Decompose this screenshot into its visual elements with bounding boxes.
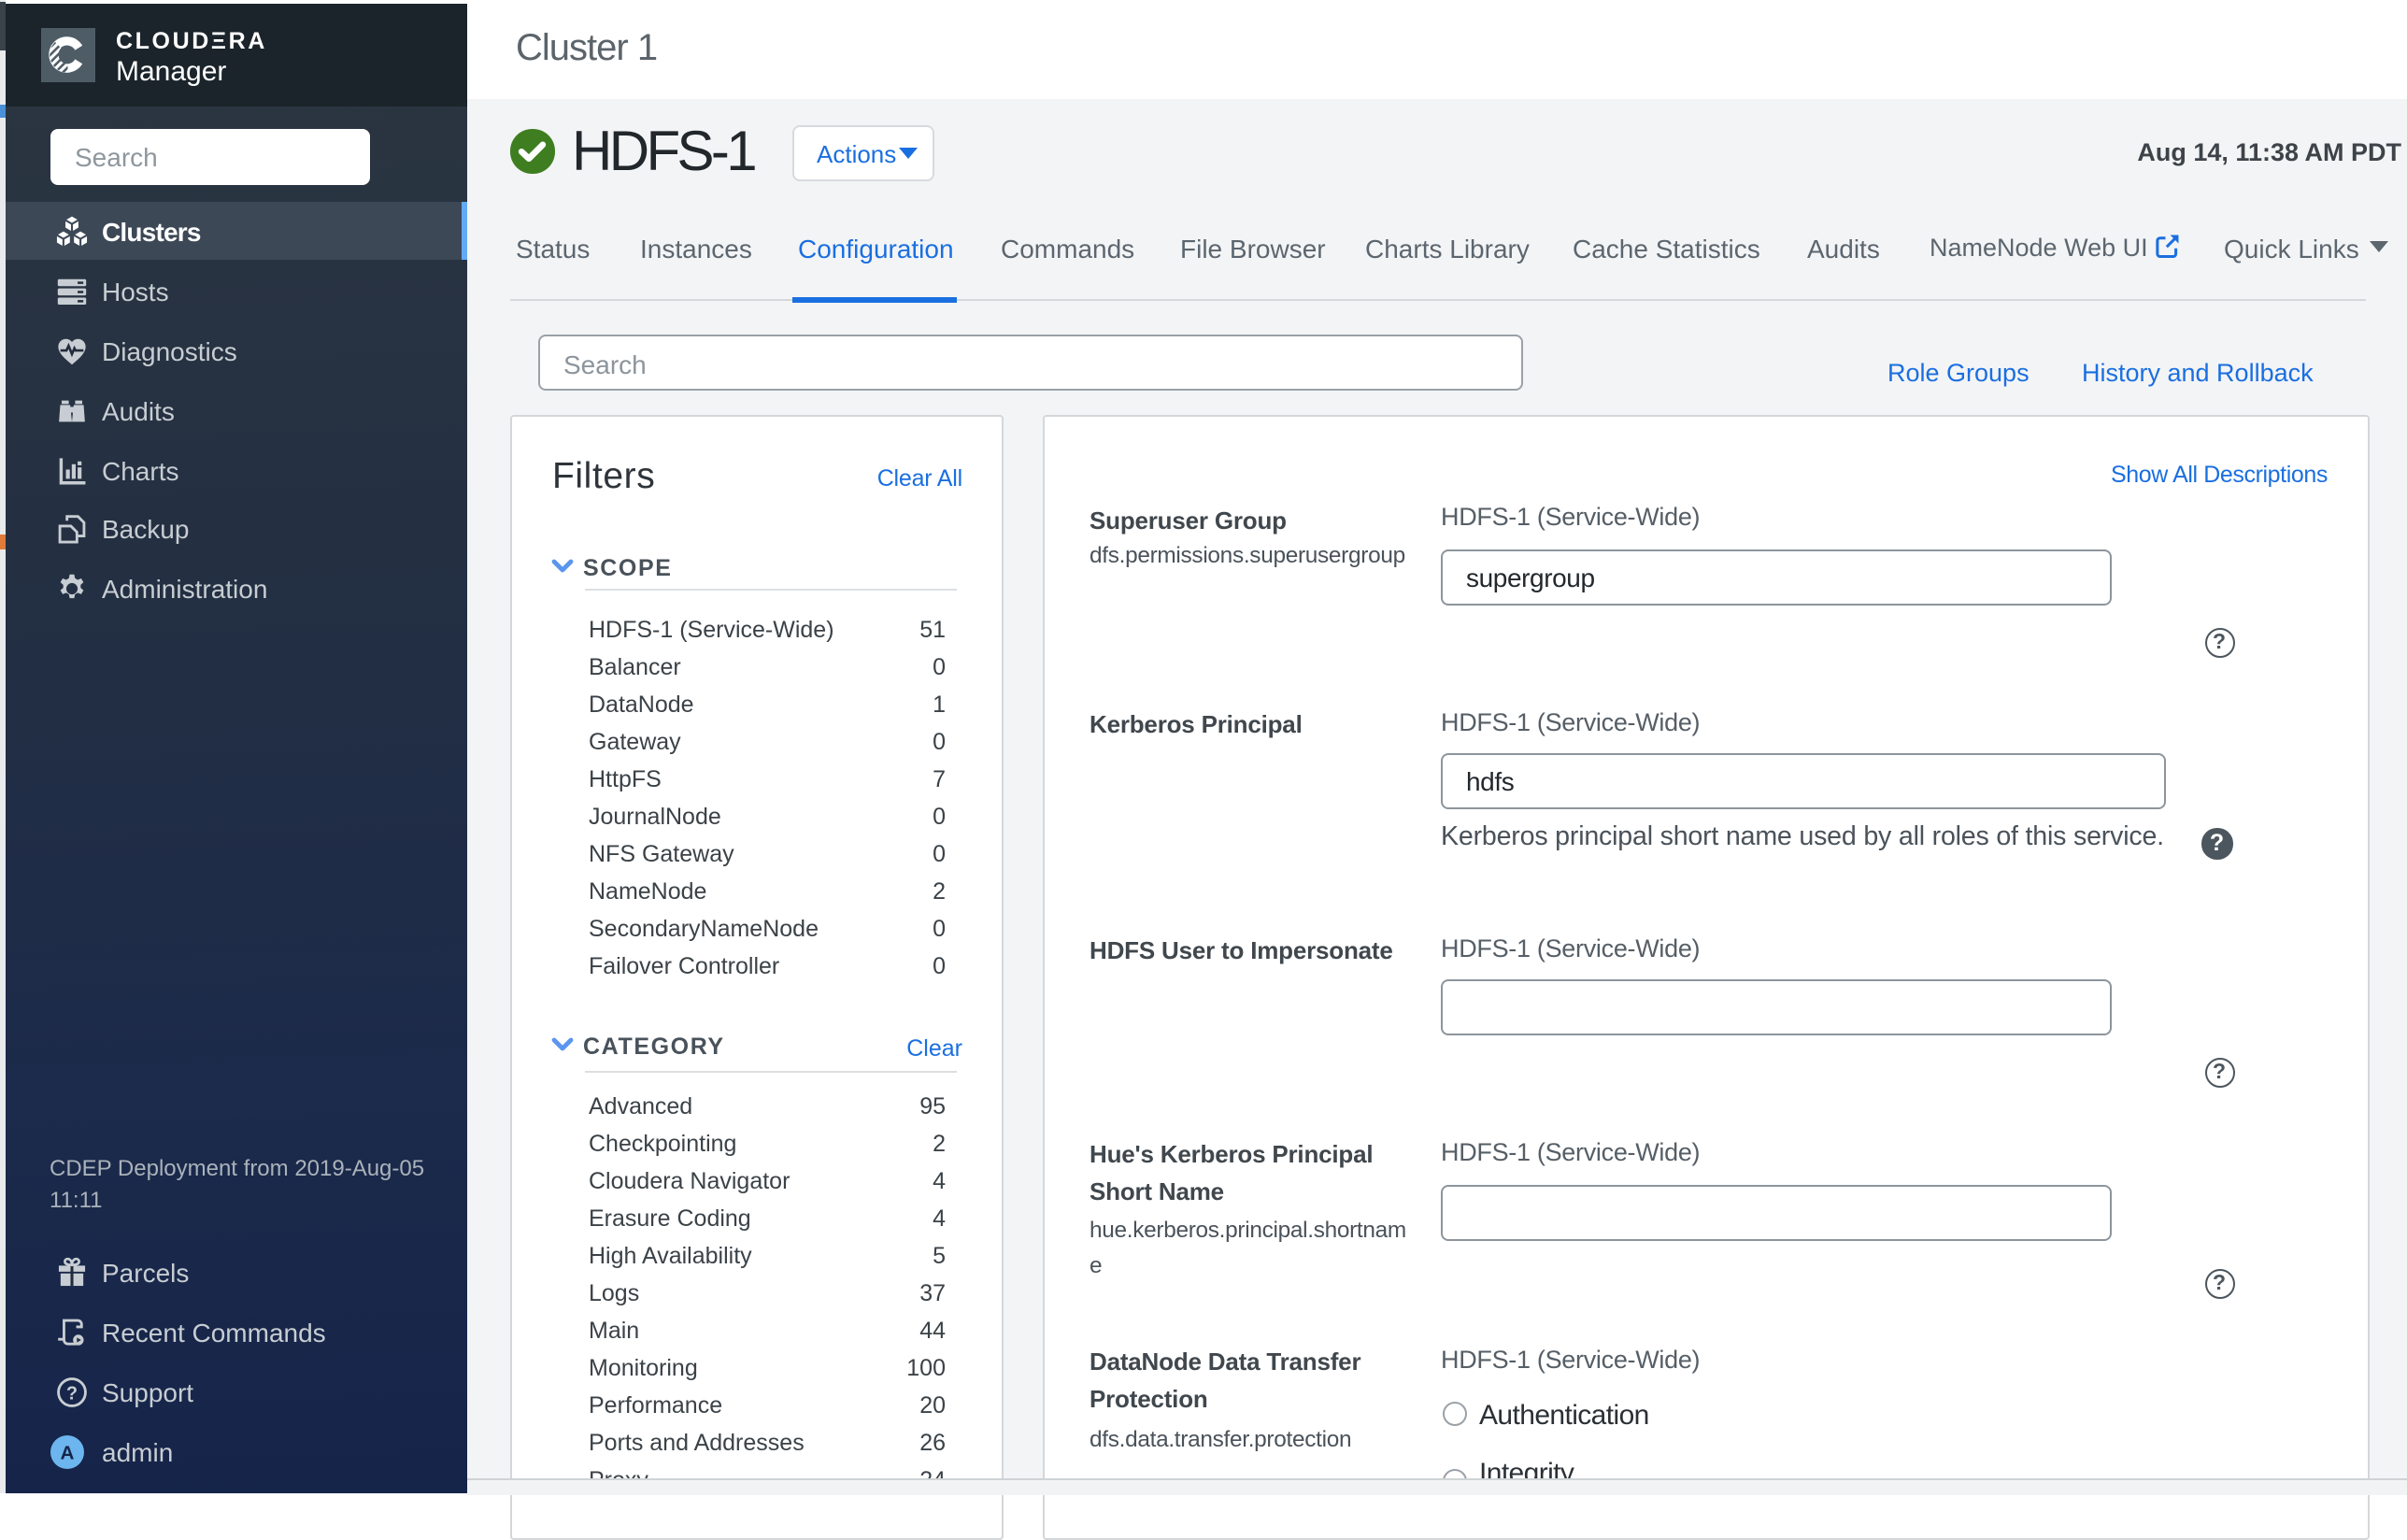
svg-text:?: ? [66,1384,78,1405]
svg-text:A: A [60,1443,74,1464]
